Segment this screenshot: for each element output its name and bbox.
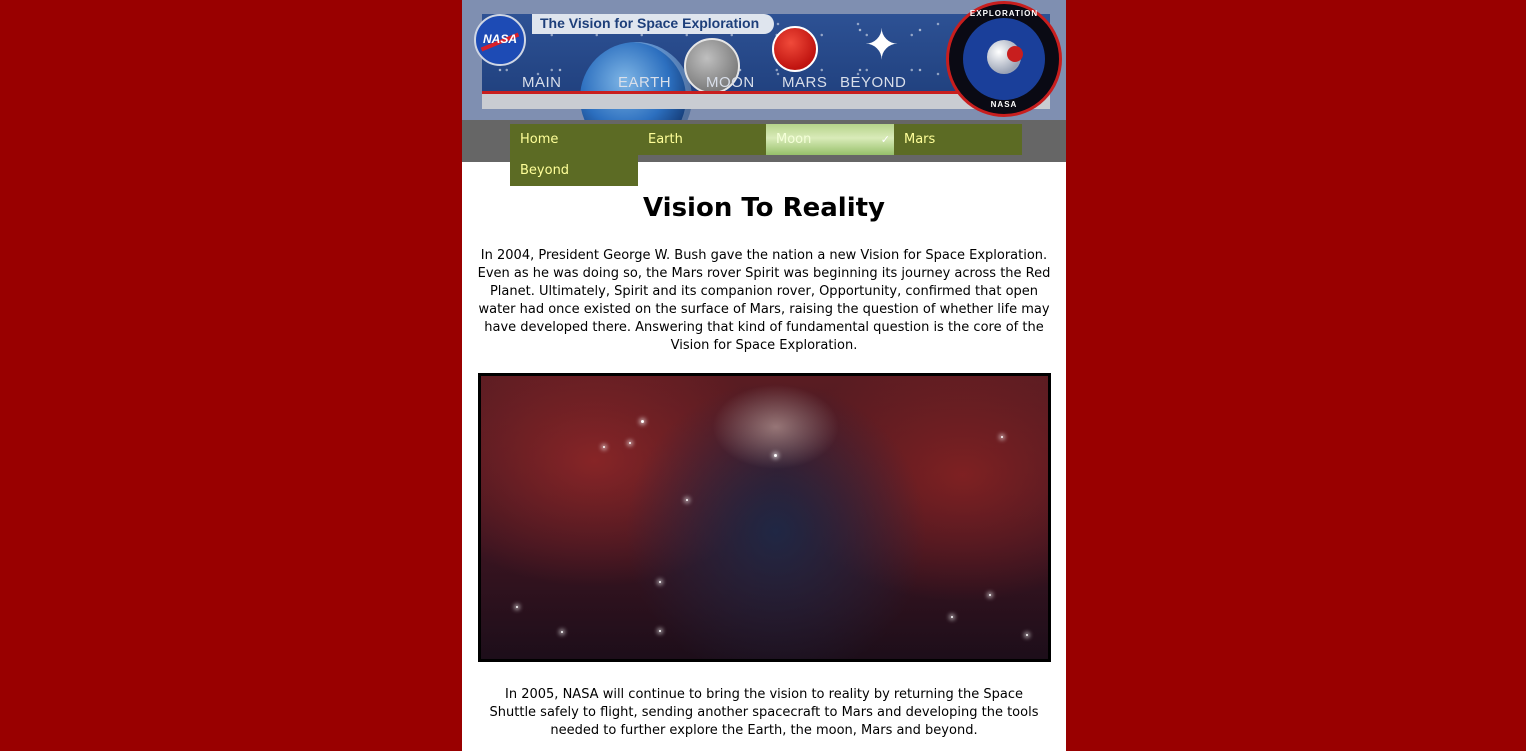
star-icon xyxy=(629,442,631,444)
banner-nav-mars[interactable]: MARS xyxy=(782,74,827,91)
banner-nav-beyond[interactable]: BEYOND xyxy=(840,74,906,91)
star-icon xyxy=(659,581,661,583)
exploration-seal-logo: EXPLORATION NASA xyxy=(946,1,1062,117)
banner-nav-earth[interactable]: EARTH xyxy=(618,74,671,91)
star-icon xyxy=(603,446,605,448)
nasa-logo[interactable]: NASA xyxy=(474,14,526,66)
closing-paragraph: In 2005, NASA will continue to bring the… xyxy=(489,687,1039,738)
nebula-image-frame xyxy=(478,373,1051,662)
nav-item-mars[interactable]: Mars xyxy=(894,124,1022,155)
star-icon xyxy=(1026,634,1028,636)
mars-image xyxy=(772,26,818,72)
site-banner: The Vision for Space Exploration ✦ MAIN … xyxy=(462,0,1066,154)
banner-nav-main[interactable]: MAIN xyxy=(522,74,562,91)
star-icon xyxy=(641,420,644,423)
nebula-image xyxy=(481,376,1048,659)
nav-item-moon-label: Moon xyxy=(776,132,812,147)
star-icon xyxy=(1001,436,1003,438)
star-icon xyxy=(561,631,563,633)
star-icon xyxy=(774,454,777,457)
seal-mars xyxy=(1007,46,1023,62)
seal-bottom-text: NASA xyxy=(990,100,1018,109)
nasa-logo-text: NASA xyxy=(482,32,517,46)
nav-item-beyond[interactable]: Beyond xyxy=(510,155,638,186)
banner-nav-moon[interactable]: MOON xyxy=(706,74,755,91)
nav-item-earth[interactable]: Earth xyxy=(638,124,766,155)
seal-top-text: EXPLORATION xyxy=(969,9,1039,18)
nav-item-moon[interactable]: Moon ✓ xyxy=(766,124,894,155)
star-icon xyxy=(989,594,991,596)
nav-item-home[interactable]: Home xyxy=(510,124,638,155)
star-icon: ✦ xyxy=(864,20,900,69)
intro-paragraph: In 2004, President George W. Bush gave t… xyxy=(477,248,1051,353)
banner-title: The Vision for Space Exploration xyxy=(540,15,760,31)
page-title: Vision To Reality xyxy=(643,193,885,223)
star-icon xyxy=(659,630,661,632)
star-icon xyxy=(686,499,688,501)
page-container: The Vision for Space Exploration ✦ MAIN … xyxy=(462,0,1066,751)
star-icon xyxy=(516,606,518,608)
chevron-down-icon: ✓ xyxy=(880,133,890,146)
star-icon xyxy=(951,616,953,618)
